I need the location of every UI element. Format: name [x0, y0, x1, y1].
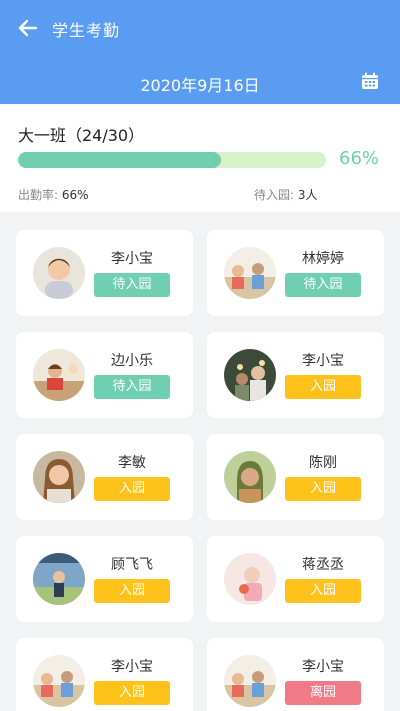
- status-badge[interactable]: 入园: [285, 477, 361, 501]
- status-badge[interactable]: 待入园: [285, 273, 361, 297]
- avatar: [33, 349, 85, 401]
- avatar: [33, 553, 85, 605]
- status-badge[interactable]: 待入园: [94, 273, 170, 297]
- student-name: 蒋丞丞: [302, 557, 344, 573]
- student-photo: [33, 655, 85, 707]
- status-badge[interactable]: 入园: [94, 579, 170, 603]
- student-card[interactable]: 李小宝 待入园: [16, 230, 193, 316]
- arrow-left-icon: [18, 19, 38, 37]
- student-photo: [33, 553, 85, 605]
- pending-value: 3人: [297, 188, 318, 202]
- student-name: 李敏: [118, 455, 146, 471]
- student-photo: [224, 247, 276, 299]
- pending-stat: 待入园: 3人: [254, 186, 318, 203]
- avatar: [224, 553, 276, 605]
- avatar: [224, 451, 276, 503]
- status-badge[interactable]: 入园: [94, 681, 170, 705]
- attendance-rate-value: 66%: [61, 188, 89, 202]
- student-name: 李小宝: [111, 659, 153, 675]
- avatar: [33, 247, 85, 299]
- attendance-progress-text: 66%: [339, 148, 380, 169]
- student-photo: [224, 451, 276, 503]
- student-card[interactable]: 顾飞飞 入园: [16, 536, 193, 622]
- student-name: 林婷婷: [302, 251, 344, 267]
- calendar-icon: [362, 72, 378, 89]
- attendance-rate-label: 出勤率:: [18, 188, 59, 202]
- student-name: 陈刚: [309, 455, 337, 471]
- student-card[interactable]: 陈刚 入园: [207, 434, 384, 520]
- page-title: 学生考勤: [52, 21, 121, 40]
- status-badge[interactable]: 入园: [285, 375, 361, 399]
- student-photo: [224, 655, 276, 707]
- calendar-button[interactable]: [360, 71, 380, 91]
- student-card[interactable]: 李敏 入园: [16, 434, 193, 520]
- student-card[interactable]: 林婷婷 待入园: [207, 230, 384, 316]
- attendance-rate-stat: 出勤率: 66%: [18, 186, 89, 203]
- student-photo: [33, 451, 85, 503]
- app-header: 学生考勤 2020年9月16日: [0, 0, 400, 104]
- student-card[interactable]: 边小乐 待入园: [16, 332, 193, 418]
- status-badge[interactable]: 待入园: [94, 375, 170, 399]
- avatar: [33, 451, 85, 503]
- student-grid: 李小宝 待入园 林婷婷 待入园 边小乐 待入园 李小宝 入园 李敏 入园 陈刚 …: [16, 230, 384, 711]
- student-name: 边小乐: [111, 353, 153, 369]
- status-badge[interactable]: 离园: [285, 681, 361, 705]
- class-label: 大一班（24/30）: [18, 126, 145, 145]
- avatar: [224, 247, 276, 299]
- student-card[interactable]: 李小宝 入园: [16, 638, 193, 711]
- student-name: 李小宝: [302, 353, 344, 369]
- student-photo: [224, 553, 276, 605]
- pending-label: 待入园:: [254, 188, 295, 202]
- student-photo: [33, 247, 85, 299]
- avatar: [33, 655, 85, 707]
- class-summary: 大一班（24/30） 66% 出勤率: 66% 待入园: 3人: [0, 104, 400, 212]
- attendance-progress-bar: [18, 152, 326, 168]
- attendance-progress-fill: [18, 152, 222, 168]
- back-button[interactable]: [14, 16, 42, 40]
- student-card[interactable]: 李小宝 离园: [207, 638, 384, 711]
- student-photo: [33, 349, 85, 401]
- student-card[interactable]: 蒋丞丞 入园: [207, 536, 384, 622]
- student-name: 李小宝: [302, 659, 344, 675]
- status-badge[interactable]: 入园: [94, 477, 170, 501]
- student-photo: [224, 349, 276, 401]
- status-badge[interactable]: 入园: [285, 579, 361, 603]
- avatar: [224, 349, 276, 401]
- date-label[interactable]: 2020年9月16日: [0, 72, 400, 96]
- student-name: 李小宝: [111, 251, 153, 267]
- student-name: 顾飞飞: [111, 557, 153, 573]
- avatar: [224, 655, 276, 707]
- student-card[interactable]: 李小宝 入园: [207, 332, 384, 418]
